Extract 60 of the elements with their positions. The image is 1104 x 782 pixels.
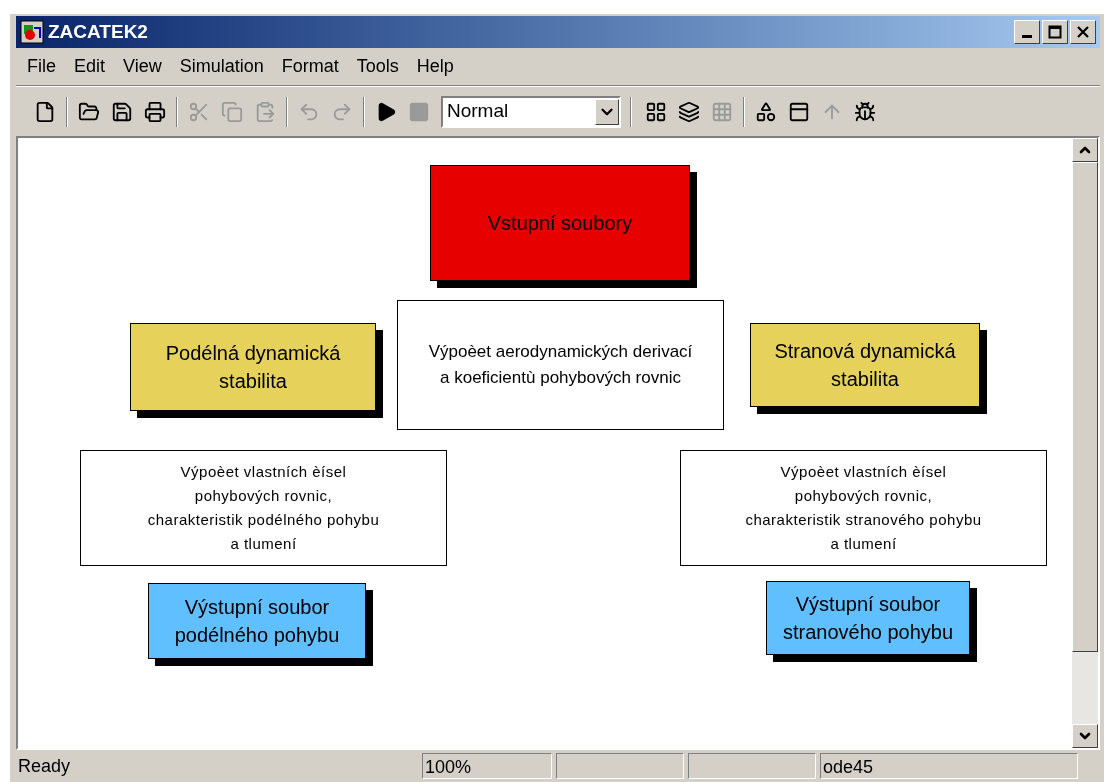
block-label: Vstupní soubory bbox=[487, 211, 633, 236]
close-button[interactable] bbox=[1070, 20, 1096, 44]
block-label: Výstupní soubor bbox=[795, 592, 941, 617]
block-label: stabilita bbox=[219, 369, 287, 394]
dropdown-value: Normal bbox=[446, 99, 510, 124]
minimize-button[interactable] bbox=[1014, 20, 1040, 44]
block-label: pohybových rovnic, bbox=[794, 486, 933, 506]
status-message: Ready bbox=[17, 754, 72, 778]
menu-item[interactable]: Format bbox=[272, 53, 348, 80]
block-label: Výpoèet vlastních èísel bbox=[780, 462, 947, 482]
close-icon bbox=[1076, 25, 1090, 39]
mode-dropdown[interactable]: Normal bbox=[441, 95, 621, 128]
menu-item[interactable]: Help bbox=[407, 53, 463, 80]
block-label: a tlumení bbox=[230, 534, 297, 554]
zoom-level: 100% bbox=[422, 753, 552, 779]
scroll-up-button[interactable] bbox=[1072, 138, 1098, 162]
diagram-block[interactable]: Výpoèet aerodynamických derivací a koeficientù pohybových rovnic bbox=[397, 300, 724, 430]
block-label: Výpoèet vlastních èísel bbox=[180, 462, 347, 482]
stop-icon bbox=[408, 100, 430, 123]
block-label: stranového pohybu bbox=[782, 620, 954, 645]
block-label: pohybových rovnic, bbox=[194, 486, 333, 506]
maximize-icon bbox=[1048, 25, 1062, 39]
block-label: stabilita bbox=[831, 367, 899, 392]
folder-icon bbox=[78, 100, 100, 123]
solver-name: ode45 bbox=[820, 753, 1078, 779]
clipboard-icon bbox=[254, 100, 276, 123]
scroll-down-button[interactable] bbox=[1072, 724, 1098, 748]
printer-icon bbox=[144, 100, 166, 123]
window-icon bbox=[788, 100, 810, 123]
copy-icon bbox=[221, 100, 243, 123]
diagram-block[interactable]: Výpoèet vlastních èísel pohybových rovnic, charakteristik stranového pohybu a tlumení bbox=[680, 450, 1047, 566]
menu-item[interactable]: File bbox=[18, 53, 65, 80]
block-label: podélného pohybu bbox=[174, 623, 340, 648]
scissors-icon bbox=[188, 100, 210, 123]
grid-icon bbox=[711, 100, 733, 123]
block-label: Stranová dynamická bbox=[774, 339, 956, 364]
document-icon bbox=[34, 100, 56, 123]
menu-item[interactable]: View bbox=[114, 53, 171, 80]
layers-icon bbox=[678, 100, 700, 123]
block-label: charakteristik stranového pohybu bbox=[745, 510, 982, 530]
block-label: Výpoèet aerodynamických derivací bbox=[428, 341, 693, 363]
model-icon bbox=[20, 20, 44, 44]
menu-item[interactable]: Tools bbox=[347, 53, 408, 80]
block-label: charakteristik podélného pohybu bbox=[147, 510, 380, 530]
diagram-block[interactable]: Výpoèet vlastních èísel pohybových rovnic, charakteristik podélného pohybu a tlumení bbox=[80, 450, 447, 566]
save-icon bbox=[111, 100, 133, 123]
block-label: Výstupní soubor bbox=[184, 595, 330, 620]
menu-item[interactable]: Simulation bbox=[170, 53, 273, 80]
shapes-icon bbox=[755, 100, 777, 123]
scroll-thumb[interactable] bbox=[1072, 162, 1098, 652]
maximize-button[interactable] bbox=[1042, 20, 1068, 44]
bug-icon bbox=[854, 100, 876, 123]
block-label: Podélná dynamická bbox=[165, 341, 341, 366]
minimize-icon bbox=[1022, 35, 1032, 38]
scrollbar[interactable] bbox=[1072, 138, 1098, 748]
block-label: a koeficientù pohybových rovnic bbox=[440, 367, 681, 389]
menu-item[interactable]: Edit bbox=[65, 53, 115, 80]
grid-icon bbox=[645, 100, 667, 123]
window-title: ZACATEK2 bbox=[48, 19, 148, 44]
block-label: a tlumení bbox=[830, 534, 897, 554]
